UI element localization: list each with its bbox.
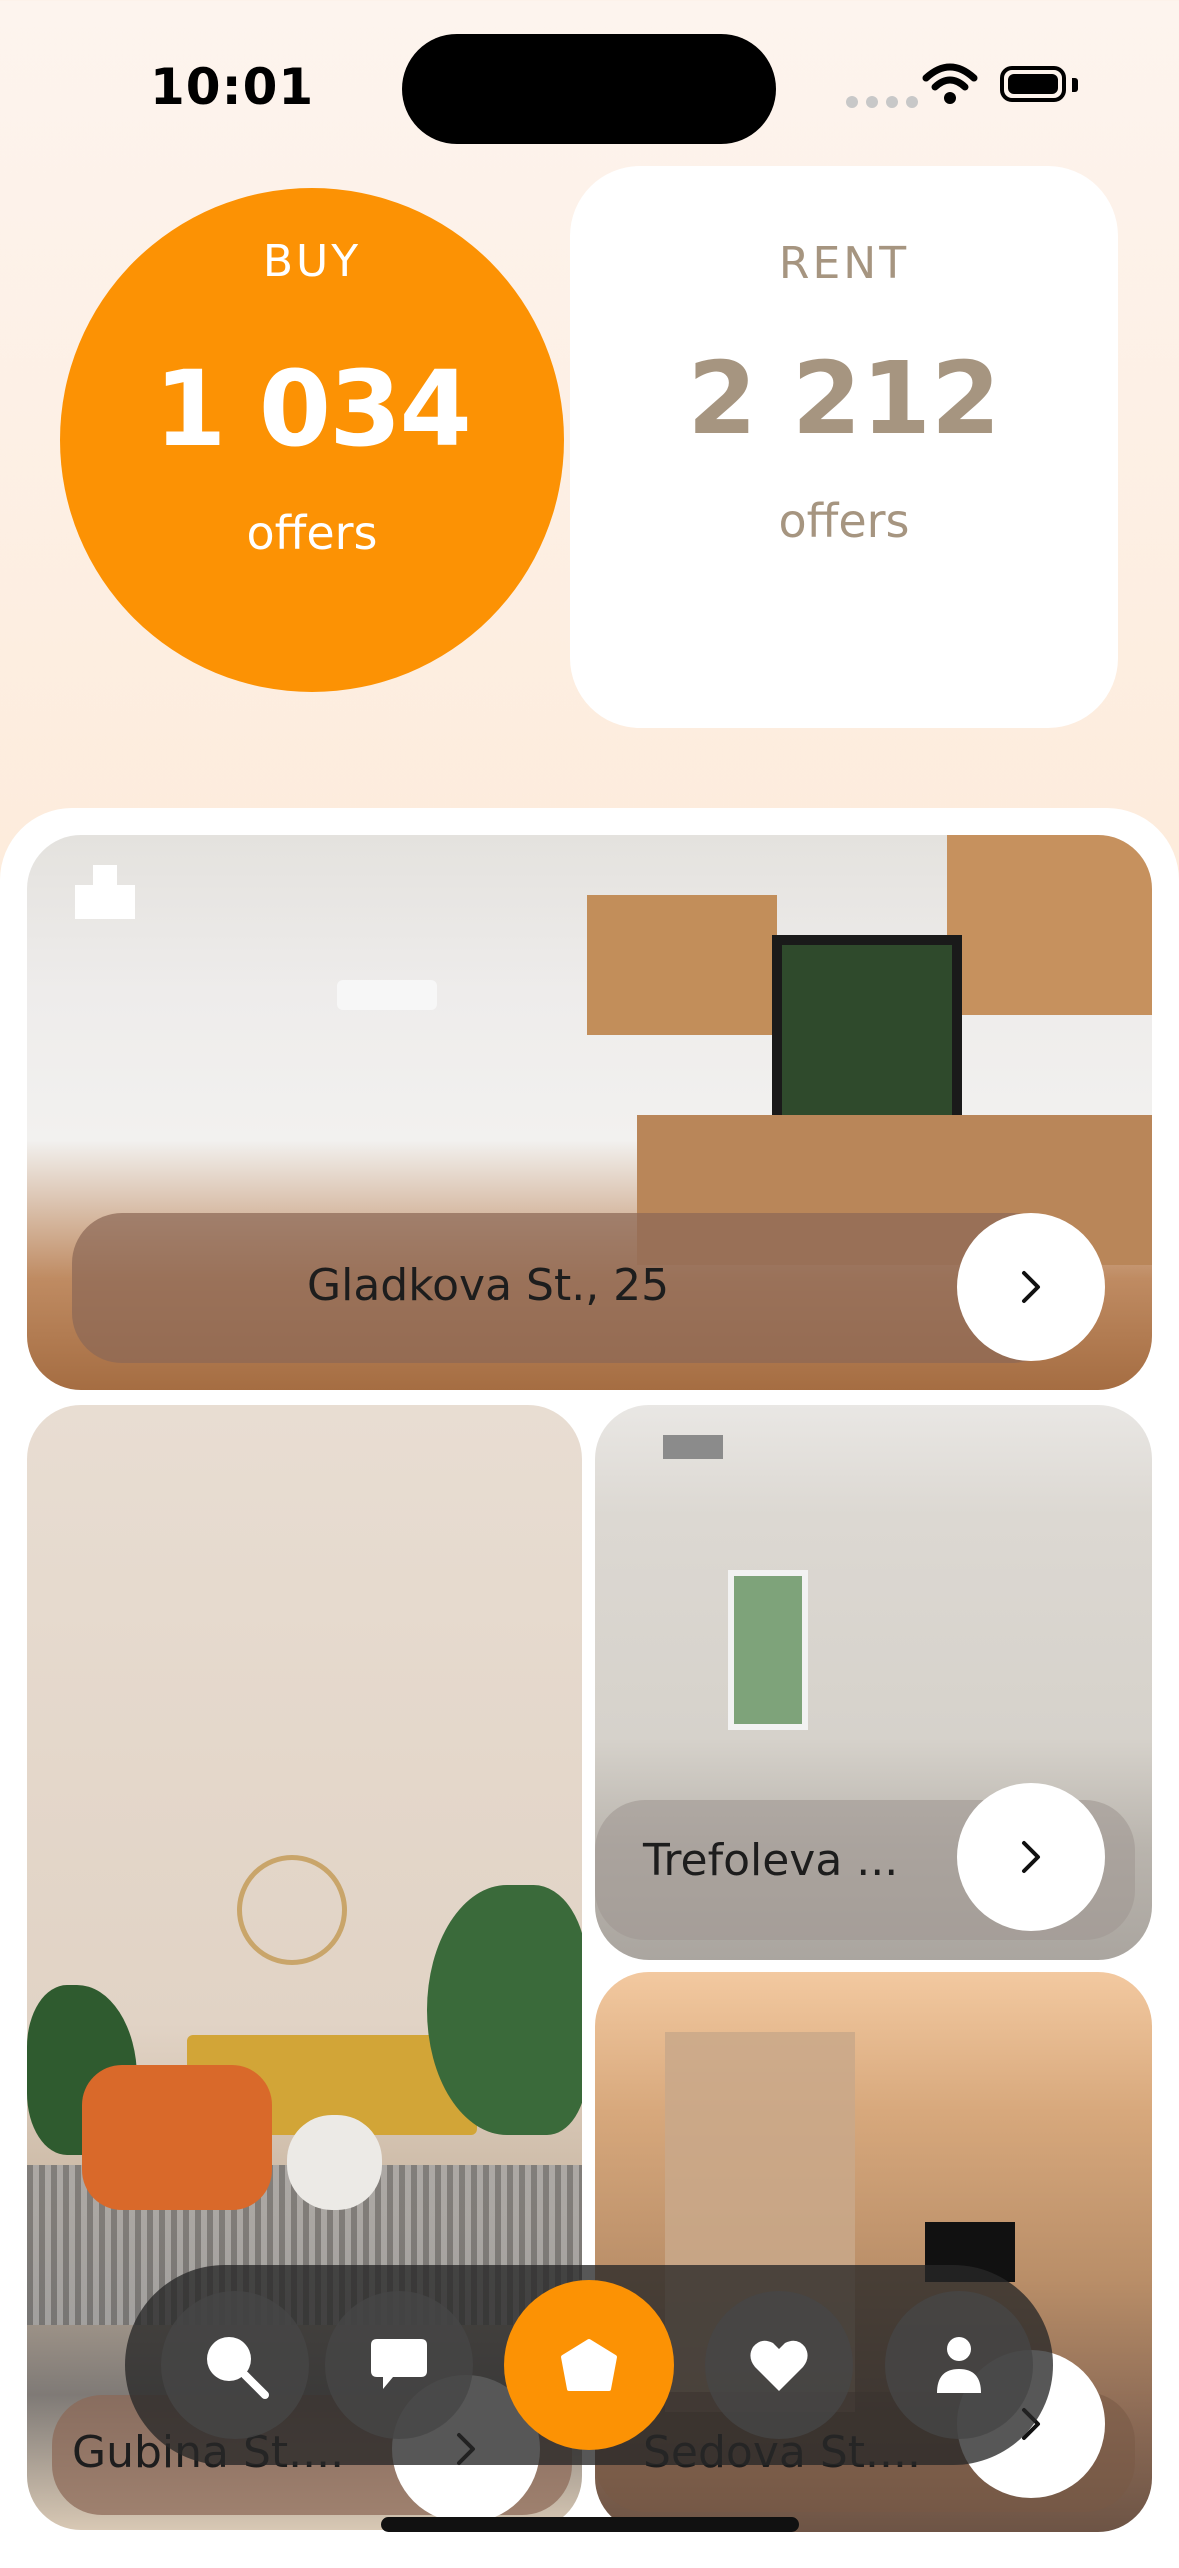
rent-count: 2 212: [687, 340, 1001, 457]
profile-icon: [937, 2337, 981, 2393]
wifi-icon: [922, 63, 978, 104]
nav-favorites-button[interactable]: [705, 2291, 853, 2439]
buy-unit: offers: [246, 506, 378, 560]
open-listing-button[interactable]: [957, 1213, 1105, 1361]
battery-icon: [1000, 66, 1066, 102]
rent-offers-button[interactable]: RENT 2 212 offers: [570, 166, 1118, 728]
listing-address: Trefoleva ...: [643, 1835, 899, 1886]
buy-label: BUY: [262, 236, 362, 287]
buy-count: 1 034: [154, 348, 472, 470]
chevron-right-icon: [1022, 1271, 1040, 1303]
dynamic-island: [402, 34, 776, 144]
chat-icon: [371, 2339, 427, 2389]
search-icon: [207, 2337, 269, 2399]
bottom-nav-bar: [125, 2265, 1053, 2465]
home-indicator: [381, 2517, 799, 2532]
nav-home-button[interactable]: [504, 2280, 674, 2450]
nav-search-button[interactable]: [161, 2291, 309, 2439]
rent-unit: offers: [778, 494, 910, 548]
buy-offers-button[interactable]: BUY 1 034 offers: [60, 188, 564, 692]
listing-photo: [663, 1435, 723, 1459]
listing-card-gladkova[interactable]: Gladkova St., 25: [27, 835, 1152, 1390]
brand-logo-icon: [75, 865, 135, 925]
listing-address: Gladkova St., 25: [307, 1260, 670, 1311]
open-listing-button[interactable]: [957, 1783, 1105, 1931]
rent-label: RENT: [778, 238, 910, 289]
home-icon: [561, 2339, 617, 2391]
status-bar: 10:01: [0, 0, 1179, 170]
listing-photo: [947, 835, 1152, 1015]
heart-icon: [750, 2340, 808, 2391]
signal-icon: [846, 96, 918, 108]
nav-chat-button[interactable]: [325, 2291, 473, 2439]
status-time: 10:01: [150, 58, 315, 116]
chevron-right-icon: [1022, 1841, 1040, 1873]
listing-card-trefoleva[interactable]: Trefoleva ...: [595, 1405, 1152, 1960]
nav-profile-button[interactable]: [885, 2291, 1033, 2439]
